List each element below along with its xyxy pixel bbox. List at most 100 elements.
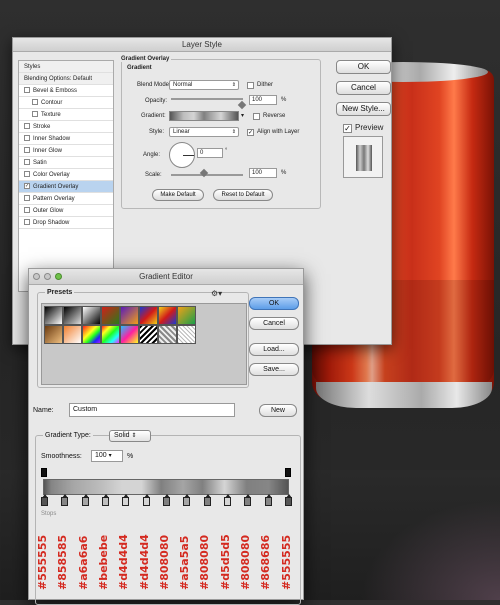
style-checkbox[interactable] xyxy=(24,207,30,214)
dither-checkbox[interactable] xyxy=(247,82,254,89)
color-stop[interactable] xyxy=(224,494,231,506)
preset-swatch[interactable] xyxy=(158,306,177,325)
style-checkbox[interactable] xyxy=(32,111,38,118)
align-with-layer-checkbox[interactable]: ✓ xyxy=(247,129,254,136)
preset-swatch[interactable] xyxy=(82,306,101,325)
layer-style-ok-button[interactable]: OK xyxy=(336,60,391,74)
preset-swatch[interactable] xyxy=(44,325,63,344)
preset-swatch[interactable] xyxy=(158,325,177,344)
minimize-window-icon[interactable] xyxy=(44,273,51,280)
angle-dial[interactable] xyxy=(169,142,195,168)
color-stop[interactable] xyxy=(285,494,292,506)
preset-swatch[interactable] xyxy=(101,306,120,325)
layer-style-cancel-button[interactable]: Cancel xyxy=(336,81,391,95)
color-stop[interactable] xyxy=(183,494,191,506)
scale-field[interactable]: 100 xyxy=(249,168,277,178)
gradient-editor-ok-button[interactable]: OK xyxy=(249,297,299,310)
close-window-icon[interactable] xyxy=(33,273,40,280)
style-checkbox[interactable] xyxy=(24,195,30,202)
hex-label: #d4d4d4 xyxy=(117,512,131,592)
style-checkbox[interactable] xyxy=(24,171,30,178)
color-stop[interactable] xyxy=(163,494,170,506)
color-stop[interactable] xyxy=(244,494,252,506)
save-button[interactable]: Save... xyxy=(249,363,299,376)
color-stop[interactable] xyxy=(102,494,109,506)
style-list-item[interactable]: Satin xyxy=(19,157,113,169)
reverse-label: Reverse xyxy=(263,113,286,119)
style-list-item[interactable]: Contour xyxy=(19,97,113,109)
style-checkbox[interactable] xyxy=(24,219,30,226)
opacity-stop-right[interactable] xyxy=(285,468,291,477)
color-stop[interactable] xyxy=(264,494,272,506)
style-checkbox[interactable] xyxy=(24,87,30,94)
preset-swatch[interactable] xyxy=(120,325,139,344)
style-list-label: Texture xyxy=(41,112,61,118)
style-list-label: Contour xyxy=(41,100,63,106)
angle-label: Angle: xyxy=(143,152,161,158)
zoom-window-icon[interactable] xyxy=(55,273,62,280)
style-checkbox[interactable] xyxy=(24,159,30,166)
hex-label-text: #d5d5d5 xyxy=(218,534,232,590)
preset-swatch[interactable] xyxy=(82,325,101,344)
scale-slider[interactable] xyxy=(171,174,243,176)
preset-swatch[interactable] xyxy=(177,325,196,344)
reset-to-default-button[interactable]: Reset to Default xyxy=(213,189,273,201)
smoothness-field[interactable]: 100 ▾ xyxy=(91,450,123,462)
style-list-item[interactable]: Drop Shadow xyxy=(19,217,113,229)
name-input[interactable]: Custom xyxy=(69,403,235,417)
reverse-checkbox[interactable] xyxy=(253,113,260,120)
preview-checkbox[interactable]: ✓ xyxy=(343,124,352,133)
opacity-slider[interactable] xyxy=(171,98,243,100)
style-checkbox[interactable] xyxy=(32,99,38,106)
style-select[interactable]: Linear ⇕ xyxy=(169,127,239,137)
make-default-button[interactable]: Make Default xyxy=(152,189,204,201)
opacity-field[interactable]: 100 xyxy=(249,95,277,105)
color-stop[interactable] xyxy=(122,494,130,506)
new-style-button[interactable]: New Style... xyxy=(336,102,391,116)
gear-icon[interactable]: ⚙▾ xyxy=(211,289,222,298)
style-checkbox[interactable]: ✓ xyxy=(24,183,30,190)
style-checkbox[interactable] xyxy=(24,135,30,142)
style-list-item[interactable]: Bevel & Emboss xyxy=(19,85,113,97)
gradient-dropdown-icon[interactable]: ▾ xyxy=(241,112,244,119)
preset-swatch[interactable] xyxy=(44,306,63,325)
preset-swatch[interactable] xyxy=(177,306,196,325)
gradient-swatch[interactable] xyxy=(169,111,239,121)
color-stop[interactable] xyxy=(203,494,211,506)
color-stop[interactable] xyxy=(142,494,150,506)
color-stop[interactable] xyxy=(41,494,48,506)
color-stop[interactable] xyxy=(81,494,89,506)
preset-swatch[interactable] xyxy=(63,306,82,325)
preset-swatch[interactable] xyxy=(139,306,158,325)
style-list-item[interactable]: Texture xyxy=(19,109,113,121)
hex-label-text: #808080 xyxy=(198,534,212,590)
preset-swatch[interactable] xyxy=(101,325,120,344)
style-checkbox[interactable] xyxy=(24,123,30,130)
new-gradient-button[interactable]: New xyxy=(259,404,297,417)
blend-mode-select[interactable]: Normal ⇕ xyxy=(169,80,239,90)
style-list-item[interactable]: Inner Shadow xyxy=(19,133,113,145)
style-checkbox[interactable] xyxy=(24,147,30,154)
smoothness-value: 100 xyxy=(95,452,107,459)
opacity-stop-left[interactable] xyxy=(41,468,47,477)
color-stop[interactable] xyxy=(61,494,69,506)
preset-swatch[interactable] xyxy=(63,325,82,344)
gradient-editor-cancel-button[interactable]: Cancel xyxy=(249,317,299,330)
load-button[interactable]: Load... xyxy=(249,343,299,356)
style-list-item[interactable]: Stroke xyxy=(19,121,113,133)
style-list-item[interactable]: Styles xyxy=(19,61,113,73)
preset-swatch[interactable] xyxy=(139,325,158,344)
angle-field[interactable]: 0 xyxy=(197,148,223,158)
preview-thumbnail xyxy=(343,136,383,178)
preset-swatch[interactable] xyxy=(120,306,139,325)
style-list-item[interactable]: Pattern Overlay xyxy=(19,193,113,205)
gradient-subtitle: Gradient xyxy=(127,65,152,71)
style-list-item[interactable]: Outer Glow xyxy=(19,205,113,217)
gradient-type-select[interactable]: Solid ⇕ xyxy=(109,430,151,442)
style-list-item[interactable]: Inner Glow xyxy=(19,145,113,157)
style-value: Linear xyxy=(173,129,190,135)
gradient-bar[interactable] xyxy=(43,479,289,495)
style-list-item[interactable]: Blending Options: Default xyxy=(19,73,113,85)
style-list-item[interactable]: Color Overlay xyxy=(19,169,113,181)
style-list-item[interactable]: ✓ Gradient Overlay xyxy=(19,181,113,193)
